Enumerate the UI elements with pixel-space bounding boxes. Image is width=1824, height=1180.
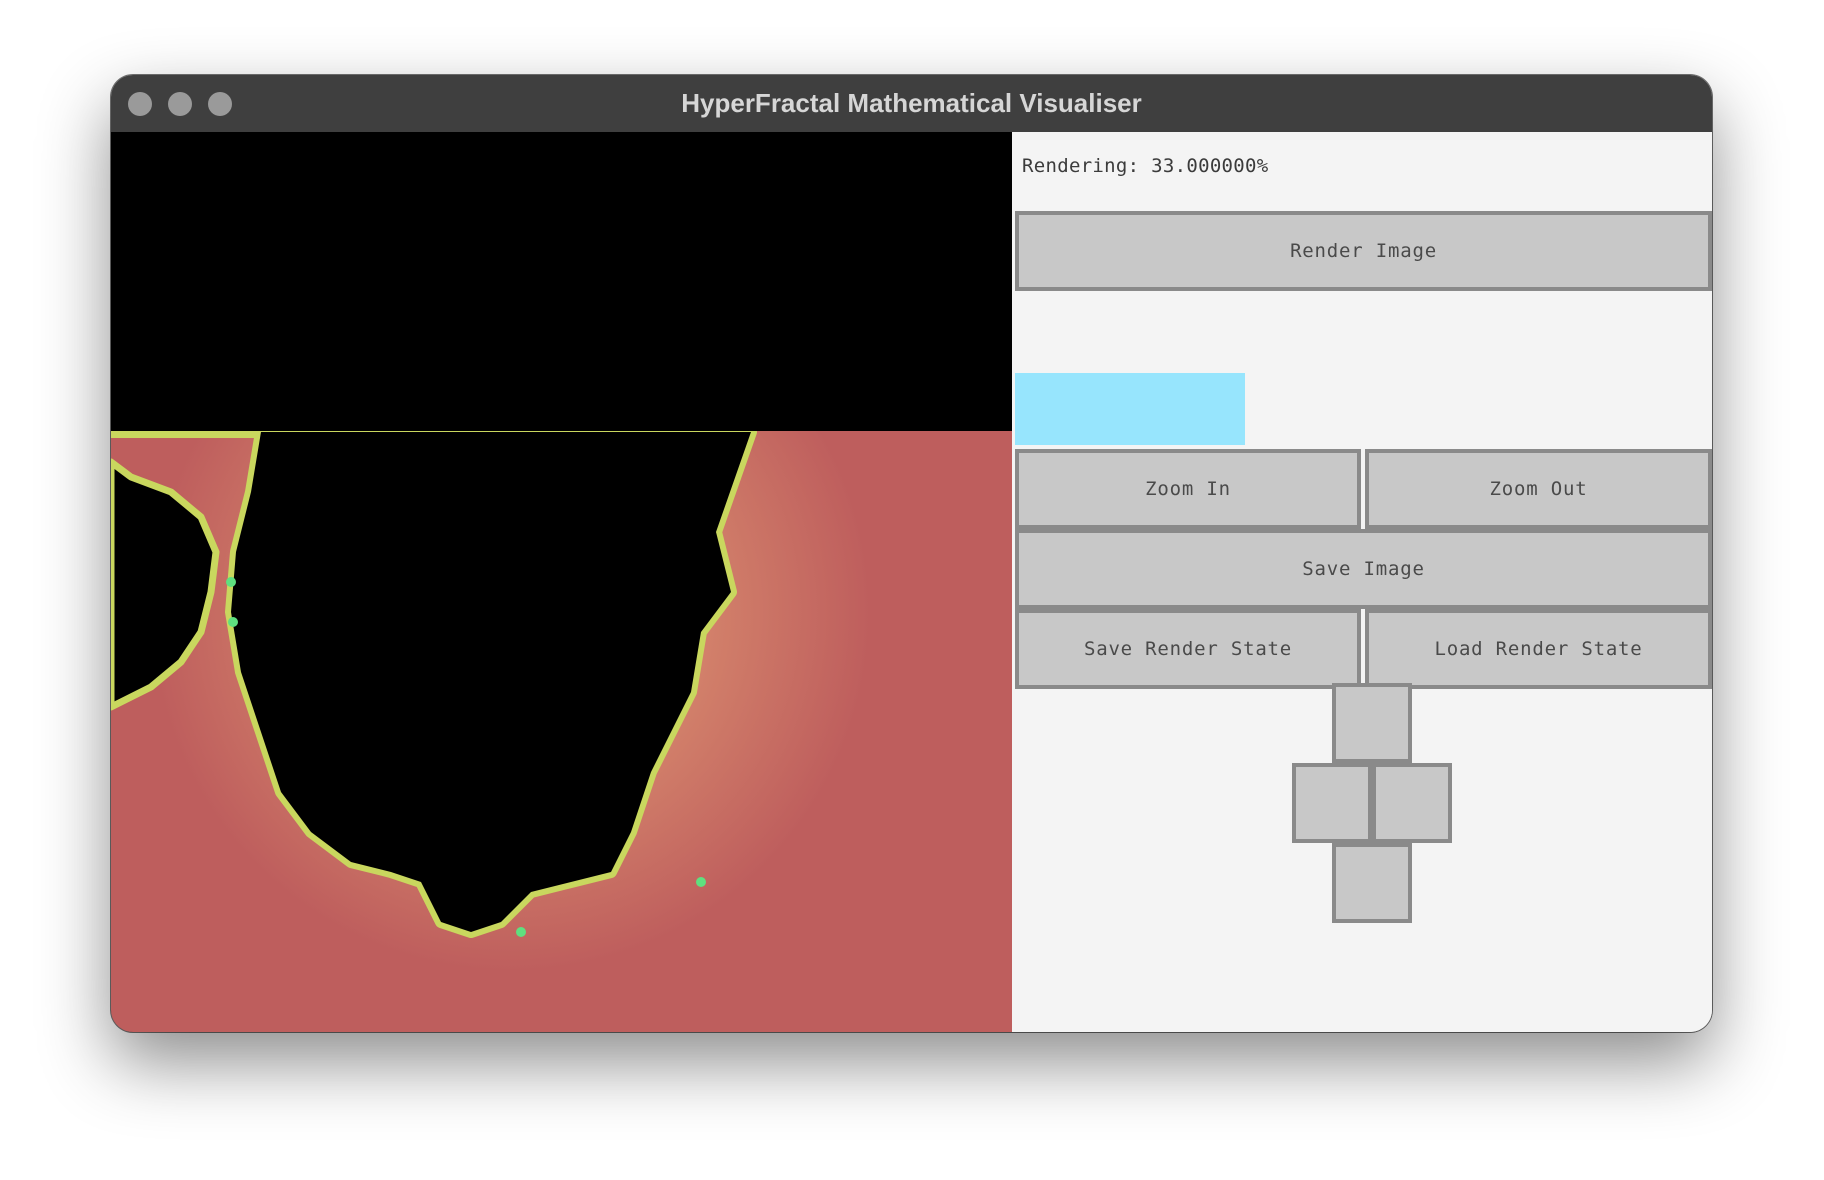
render-status: Rendering: 33.000000% bbox=[1022, 155, 1269, 177]
pan-left-button[interactable] bbox=[1292, 763, 1372, 843]
save-render-state-button[interactable]: Save Render State bbox=[1015, 609, 1361, 689]
app-window: HyperFractal Mathematical Visualiser Ren… bbox=[111, 75, 1712, 1032]
zoom-in-button[interactable]: Zoom In bbox=[1015, 449, 1361, 529]
render-image-button[interactable]: Render Image bbox=[1015, 211, 1712, 291]
pan-down-button[interactable] bbox=[1332, 843, 1412, 923]
window-title: HyperFractal Mathematical Visualiser bbox=[681, 88, 1142, 118]
zoom-out-button[interactable]: Zoom Out bbox=[1365, 449, 1712, 529]
render-progress-fill bbox=[1015, 373, 1245, 445]
save-image-button[interactable]: Save Image bbox=[1015, 529, 1712, 609]
title-bar[interactable]: HyperFractal Mathematical Visualiser bbox=[111, 75, 1712, 133]
pan-right-button[interactable] bbox=[1372, 763, 1452, 843]
pan-up-button[interactable] bbox=[1332, 683, 1412, 763]
unrendered-region bbox=[111, 132, 1012, 431]
fractal-image bbox=[111, 132, 1012, 1032]
control-panel: Rendering: 33.000000% Render Image Zoom … bbox=[1012, 132, 1712, 1032]
load-render-state-button[interactable]: Load Render State bbox=[1365, 609, 1712, 689]
render-progress-bar bbox=[1012, 367, 1712, 447]
fractal-canvas[interactable] bbox=[111, 132, 1012, 1032]
